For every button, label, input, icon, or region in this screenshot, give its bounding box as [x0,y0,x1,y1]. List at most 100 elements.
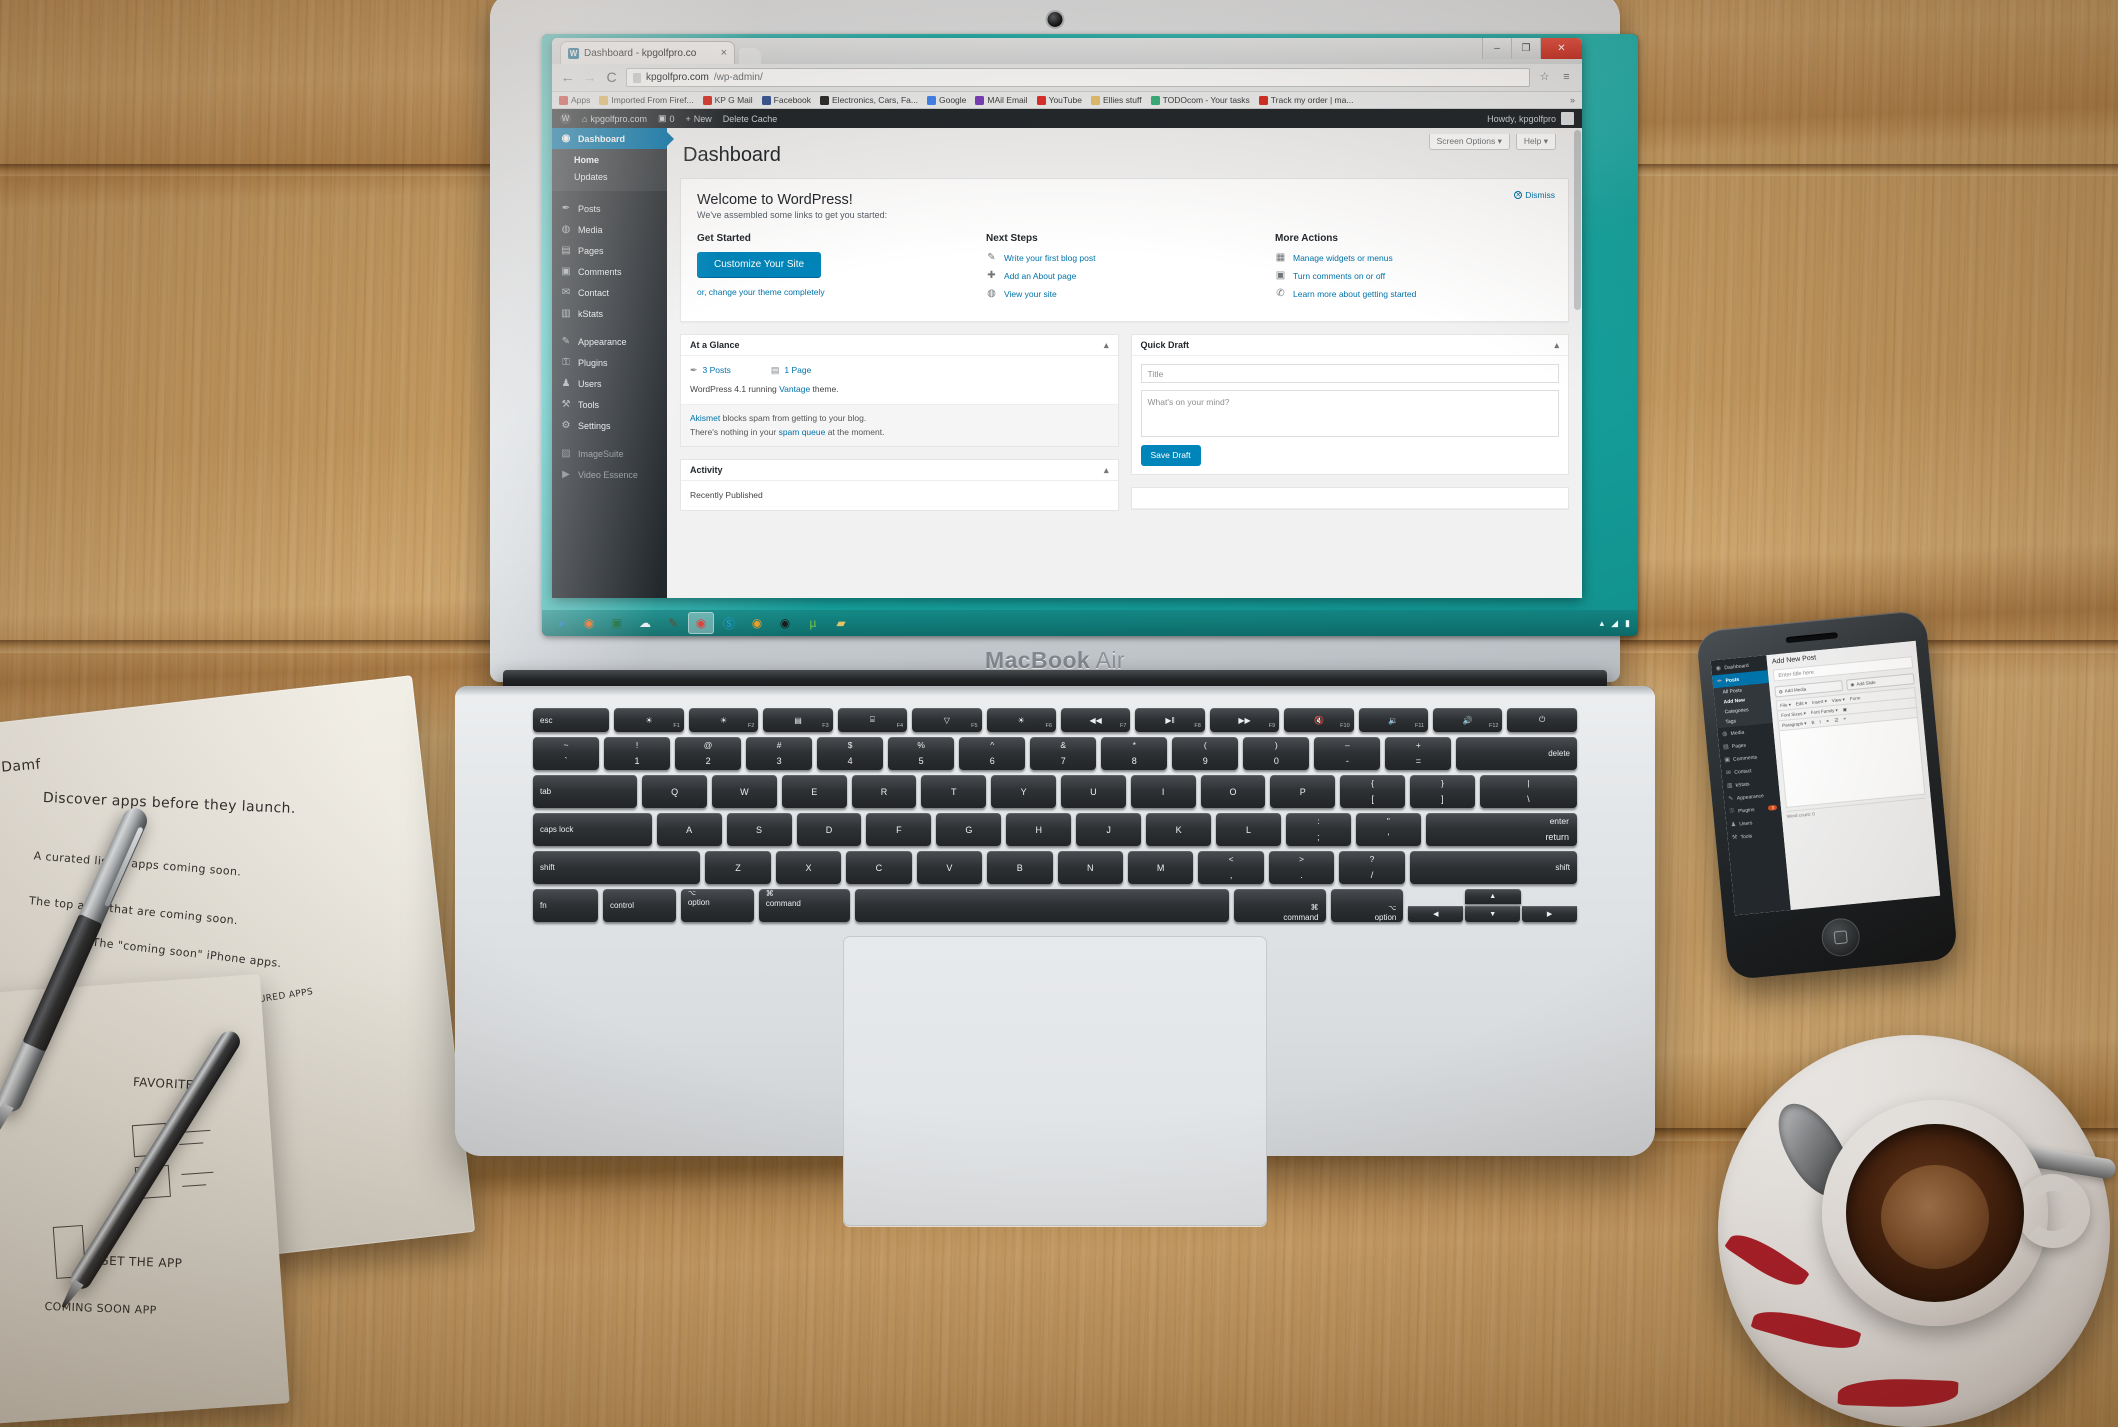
chrome-menu-icon[interactable]: ≡ [1559,70,1574,85]
glance-posts[interactable]: ✒ 3 Posts [690,364,731,378]
sidebar-item-imagesuite[interactable]: ▨ ImageSuite [552,443,667,464]
key-f11-volume-down[interactable]: 🔉 F11 [1358,708,1429,732]
key-caps-lock[interactable]: caps lock [533,813,652,846]
key-command-left[interactable]: ⌘ command [758,889,851,922]
bookmark-ebay[interactable]: Electronics, Cars, Fa... [820,95,918,105]
key-shift-right[interactable]: shift [1409,851,1577,884]
link-manage-widgets[interactable]: ▦ Manage widgets or menus [1275,252,1552,263]
key-f3-mission-control[interactable]: ▤ F3 [763,708,833,732]
sidebar-item-settings[interactable]: ⚙ Settings [552,415,667,436]
draft-content-textarea[interactable]: What's on your mind? [1140,390,1559,437]
list-icon[interactable]: ☰ [1834,717,1839,723]
key-arrow-up[interactable]: ▲ [1464,889,1521,904]
key-4[interactable]: $ 4 [817,737,884,770]
glance-pages[interactable]: ▤ 1 Page [771,364,811,378]
key-comma[interactable]: < , [1198,851,1264,884]
key-f5-keyboard-light-down[interactable]: ▽ F5 [912,708,982,732]
key-control[interactable]: control [602,889,676,922]
key-y[interactable]: Y [991,775,1056,808]
link-turn-comments[interactable]: ▣ Turn comments on or off [1275,270,1552,281]
key-power[interactable]: ⏻ [1507,708,1577,732]
adminbar-delete-cache[interactable]: Delete Cache [723,114,778,124]
key-z[interactable]: Z [705,851,771,884]
address-bar[interactable]: kpgolfpro.com/wp-admin/ [626,68,1530,87]
key-arrow-left[interactable]: ◀ [1408,906,1464,922]
key-k[interactable]: K [1146,813,1212,846]
adminbar-comments[interactable]: ▣ 0 [658,113,675,124]
menu-file[interactable]: File ▾ [1780,702,1791,709]
bookmarks-overflow-icon[interactable]: » [1570,95,1575,105]
phone-editor-content[interactable] [1778,716,1926,808]
key-d[interactable]: D [796,813,862,846]
key-backslash[interactable]: | \ [1479,775,1577,808]
key-m[interactable]: M [1127,851,1194,884]
key-minus[interactable]: – - [1314,737,1381,770]
bookmark-star-icon[interactable]: ☆ [1537,70,1552,85]
bookmark-mail[interactable]: MAil Email [975,95,1028,105]
sidebar-item-media[interactable]: ◍ Media [552,219,667,240]
wordpress-logo-icon[interactable]: W [560,113,571,124]
link-view-site[interactable]: ◍ View your site [986,288,1263,299]
browser-titlebar[interactable]: Dashboard - kpgolfpro.co × – ❐ ✕ [552,38,1582,64]
key-option-right[interactable]: ⌥ option [1330,889,1404,922]
key-command-right[interactable]: ⌘ command [1234,889,1326,922]
key-l[interactable]: L [1216,813,1281,846]
key-u[interactable]: U [1060,775,1126,808]
bookmark-imported[interactable]: Imported From Firef... [599,95,694,105]
taskbar-paint[interactable]: ✎ [660,612,686,634]
spam-queue-link[interactable]: spam queue [779,427,826,437]
key-f4-launchpad[interactable]: ⌸ F4 [837,708,908,732]
submenu-item-home[interactable]: Home [552,152,667,169]
key-space[interactable] [855,889,1230,922]
key-period[interactable]: > . [1268,851,1335,884]
screen-options-button[interactable]: Screen Options ▾ [1428,134,1510,150]
key-slash[interactable]: ? / [1339,851,1405,884]
menu-format[interactable]: Form [1850,695,1861,701]
taskbar-excel[interactable]: ▣ [604,612,630,634]
bookmark-gmail[interactable]: KP G Mail [702,95,753,105]
sidebar-item-kstats[interactable]: ▥ kStats [552,303,667,324]
home-button[interactable] [1819,916,1862,959]
key-a[interactable]: A [656,813,722,846]
back-icon[interactable]: ← [560,70,575,85]
key-3[interactable]: # 3 [746,737,813,770]
key-n[interactable]: N [1057,851,1123,884]
trackpad[interactable] [843,936,1267,1226]
collapse-toggle-icon[interactable]: ▴ [1104,340,1109,351]
adminbar-new[interactable]: + New [686,114,712,124]
text-color-icon[interactable]: ▣ [1842,706,1847,712]
key-s[interactable]: S [726,813,792,846]
link-learn-more[interactable]: ✆ Learn more about getting started [1275,288,1552,299]
menu-view[interactable]: View ▾ [1831,696,1845,703]
bookmark-todo[interactable]: TODOcom - Your tasks [1150,95,1250,105]
key-quote[interactable]: " ' [1355,813,1421,846]
key-equals[interactable]: + = [1385,737,1452,770]
menu-edit[interactable]: Edit ▾ [1796,700,1808,707]
key-9[interactable]: ( 9 [1172,737,1239,770]
key-o[interactable]: O [1200,775,1266,808]
key-q[interactable]: Q [642,775,707,808]
italic-icon[interactable]: I [1819,719,1821,724]
key-2[interactable]: @ 2 [675,737,742,770]
new-tab-button[interactable] [739,48,761,64]
sidebar-item-appearance[interactable]: ✎ Appearance [552,331,667,352]
browser-tab[interactable]: Dashboard - kpgolfpro.co × [560,41,735,64]
sidebar-item-users[interactable]: ♟ Users [552,373,667,394]
customize-site-button[interactable]: Customize Your Site [697,252,822,277]
taskbar-opera[interactable]: ◉ [772,612,798,634]
sidebar-item-tools[interactable]: ⚒ Tools [552,394,667,415]
adminbar-howdy[interactable]: Howdy, kpgolfpro [1487,112,1574,125]
key-f1-brightness-down[interactable]: ☀ F1 [614,708,684,732]
key-t[interactable]: T [921,775,987,808]
network-icon[interactable]: ◢ [1611,618,1618,629]
key-f6-keyboard-light-up[interactable]: ☀ F6 [986,708,1056,732]
key-tab[interactable]: tab [533,775,638,808]
news-header[interactable] [1131,488,1568,510]
taskbar-utorrent[interactable]: µ [800,612,826,634]
taskbar-weather[interactable]: ☁ [632,612,658,634]
bookmark-apps[interactable]: Apps [559,95,590,105]
submenu-item-updates[interactable]: Updates [552,169,667,186]
taskbar-firefox-2[interactable]: ◉ [744,612,770,634]
sidebar-item-pages[interactable]: ▤ Pages [552,240,667,261]
sidebar-item-comments[interactable]: ▣ Comments [552,261,667,282]
